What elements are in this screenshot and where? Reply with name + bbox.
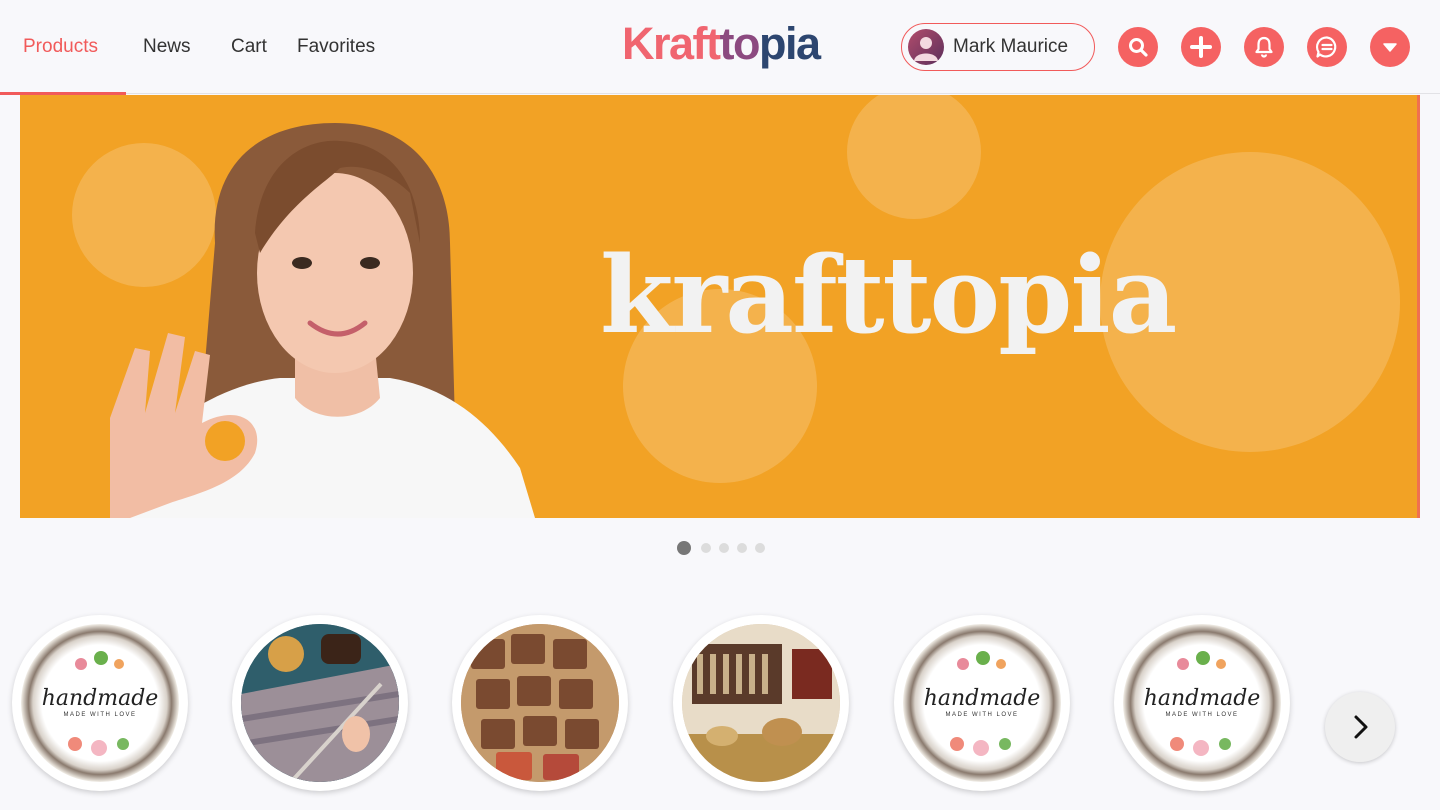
carousel-dot[interactable] [755, 543, 765, 553]
decor-bubble [847, 95, 981, 219]
flower-decor-icon [1177, 651, 1226, 670]
leather-tags-image [461, 624, 619, 782]
nav-favorites[interactable]: Favorites [280, 0, 400, 94]
shop-image [682, 624, 840, 782]
plus-icon [1190, 36, 1212, 58]
flower-decor-icon [68, 737, 129, 756]
flower-decor-icon [950, 737, 1011, 756]
add-button[interactable] [1181, 27, 1221, 67]
more-menu-button[interactable] [1370, 27, 1410, 67]
user-menu-button[interactable]: Mark Maurice [901, 23, 1095, 71]
brand-logo-part1: Kraft [622, 18, 721, 69]
bell-icon [1255, 36, 1273, 58]
avatar [908, 29, 944, 65]
handmade-logo-image: handmade MADE WITH LOVE [21, 624, 179, 782]
brand-logo-part3: pia [759, 18, 821, 69]
notifications-button[interactable] [1244, 27, 1284, 67]
shop-photo [682, 624, 840, 782]
category-title: handmade [1143, 686, 1261, 711]
banner-logo-text: krafttopia [600, 232, 1177, 357]
nav-cart[interactable]: Cart [214, 0, 280, 94]
carousel-dot[interactable] [701, 543, 711, 553]
category-subtitle: MADE WITH LOVE [945, 712, 1019, 718]
user-name: Mark Maurice [953, 36, 1069, 57]
knitting-photo [241, 624, 399, 782]
knitting-image [241, 624, 399, 782]
search-button[interactable] [1118, 27, 1158, 67]
category-item[interactable] [673, 615, 849, 791]
category-item[interactable] [232, 615, 408, 791]
carousel-pagination [677, 541, 765, 555]
chat-icon [1315, 36, 1337, 58]
main-nav: Products News Cart Favorites [0, 0, 400, 95]
category-subtitle: MADE WITH LOVE [1165, 712, 1239, 718]
category-item[interactable] [452, 615, 628, 791]
handmade-logo-image: handmade MADE WITH LOVE [1123, 624, 1281, 782]
top-header: Products News Cart Favorites Krafttopia … [0, 0, 1440, 95]
user-silhouette-icon [914, 37, 938, 61]
nav-products[interactable]: Products [0, 0, 126, 95]
model-photo [110, 123, 535, 518]
search-icon [1129, 38, 1148, 57]
carousel-dot[interactable] [737, 543, 747, 553]
category-subtitle: MADE WITH LOVE [63, 712, 137, 718]
carousel-dot[interactable] [719, 543, 729, 553]
carousel-dot[interactable] [677, 541, 691, 555]
hero-banner[interactable]: krafttopia [20, 95, 1420, 518]
nav-news[interactable]: News [126, 0, 214, 94]
messages-button[interactable] [1307, 27, 1347, 67]
category-item[interactable]: handmade MADE WITH LOVE [12, 615, 188, 791]
category-item[interactable]: handmade MADE WITH LOVE [894, 615, 1070, 791]
category-title: handmade [41, 686, 159, 711]
leather-tags-photo [461, 624, 619, 782]
brand-logo-part2: to [719, 18, 761, 69]
handmade-logo-image: handmade MADE WITH LOVE [903, 624, 1061, 782]
flower-decor-icon [957, 651, 1006, 670]
category-item[interactable]: handmade MADE WITH LOVE [1114, 615, 1290, 791]
flower-decor-icon [1170, 737, 1231, 756]
category-title: handmade [923, 686, 1041, 711]
chevron-down-icon [1383, 43, 1397, 52]
carousel-next-button[interactable] [1325, 692, 1395, 762]
brand-logo[interactable]: Krafttopia [622, 18, 821, 70]
chevron-right-icon [1354, 715, 1368, 739]
flower-decor-icon [75, 651, 124, 670]
